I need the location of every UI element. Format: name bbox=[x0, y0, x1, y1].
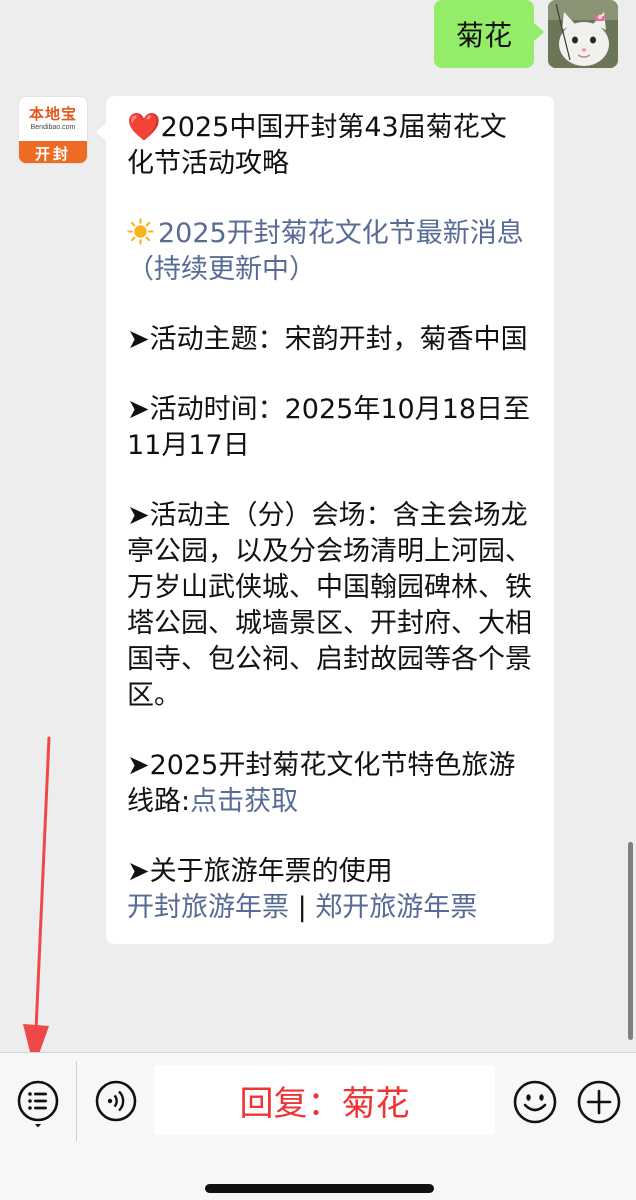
voice-icon[interactable] bbox=[94, 1079, 138, 1123]
sender-avatar-logo: 本地宝 Bendibao.com bbox=[19, 97, 87, 141]
sender-logo-text: 本地宝 bbox=[28, 105, 77, 123]
ticket-section: ➤关于旅游年票的使用 开封旅游年票 | 郑开旅游年票 bbox=[127, 854, 532, 926]
venues-line: ➤活动主（分）会场：含主会场龙亭公园，以及分会场清明上河园、万岁山武侠城、中国翰… bbox=[127, 500, 532, 711]
outgoing-message-text: 菊花 bbox=[455, 19, 512, 52]
list-menu-icon[interactable] bbox=[16, 1079, 60, 1128]
cat-avatar[interactable] bbox=[548, 0, 618, 68]
message-input[interactable]: 回复：菊花 bbox=[154, 1065, 495, 1135]
message-title-text: 2025中国开封第43届菊花文化节活动攻略 bbox=[127, 112, 507, 179]
route-link[interactable]: 点击获取 bbox=[190, 786, 298, 817]
outgoing-message-bubble[interactable]: 菊花 bbox=[433, 0, 545, 68]
sender-avatar-city: 开封 bbox=[19, 141, 87, 163]
sun-icon bbox=[127, 218, 154, 245]
smiley-icon[interactable] bbox=[512, 1079, 558, 1125]
route-line: ➤2025开封菊花文化节特色旅游线路:点击获取 bbox=[127, 748, 532, 820]
chat-scrollbar[interactable] bbox=[628, 842, 633, 1040]
news-link[interactable]: 2025开封菊花文化节最新消息（持续更新中） bbox=[127, 218, 524, 285]
message-title: ❤️2025中国开封第43届菊花文化节活动攻略 bbox=[127, 110, 532, 182]
news-link-paragraph: 2025开封菊花文化节最新消息（持续更新中） bbox=[127, 216, 532, 288]
chat-input-bar: 回复：菊花 bbox=[0, 1052, 636, 1200]
home-indicator[interactable] bbox=[205, 1184, 434, 1193]
route-prefix: ➤2025开封菊花文化节特色旅游线路: bbox=[127, 750, 516, 817]
zhengkai-ticket-link[interactable]: 郑开旅游年票 bbox=[315, 892, 477, 923]
sender-avatar[interactable]: 本地宝 Bendibao.com 开封 bbox=[18, 96, 88, 164]
sender-logo-domain: Bendibao.com bbox=[30, 124, 76, 131]
incoming-message-bubble[interactable]: ❤️2025中国开封第43届菊花文化节活动攻略 2025开封菊花文化节最新消息（… bbox=[96, 96, 554, 944]
ticket-separator: | bbox=[289, 892, 316, 923]
heart-icon: ❤️ bbox=[127, 112, 161, 143]
outgoing-message-row: 菊花 bbox=[433, 0, 618, 68]
kaifeng-ticket-link[interactable]: 开封旅游年票 bbox=[127, 892, 289, 923]
ticket-heading: ➤关于旅游年票的使用 bbox=[127, 856, 393, 887]
input-divider bbox=[76, 1061, 77, 1141]
cat-avatar-image bbox=[548, 0, 618, 68]
plus-icon[interactable] bbox=[576, 1079, 622, 1125]
reply-hint-text: 回复：菊花 bbox=[239, 1083, 410, 1124]
time-line: ➤活动时间：2025年10月18日至11月17日 bbox=[127, 394, 531, 461]
theme-line: ➤活动主题：宋韵开封，菊香中国 bbox=[127, 324, 528, 355]
ticket-links: 开封旅游年票 | 郑开旅游年票 bbox=[127, 890, 532, 926]
